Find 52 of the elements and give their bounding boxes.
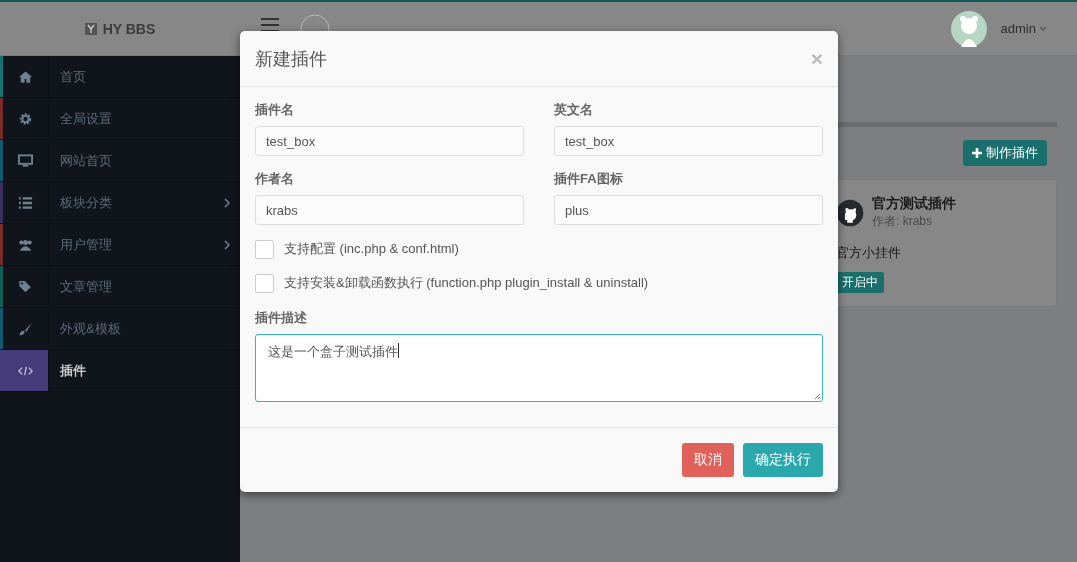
field-label: 插件FA图标 [554,170,624,188]
sidebar-label: 插件 [60,361,87,380]
plugin-title: 官方测试插件 [872,195,956,213]
tags-icon [18,279,33,294]
input-field[interactable]: plus [554,195,823,225]
status-badge: 开启中 [836,272,884,293]
sidebar-label: 用户管理 [60,235,113,254]
checkbox[interactable] [255,273,274,293]
sidebar-label: 文章管理 [60,277,113,296]
sidebar-label: 首页 [60,67,87,86]
sidebar-item[interactable]: 网站首页 [0,140,240,182]
resize-grip-icon[interactable] [813,392,821,400]
close-button[interactable]: × [810,46,823,71]
user-menu[interactable]: admin [1000,21,1036,36]
monitor-icon [18,153,33,168]
logo-icon [84,22,97,35]
field-label: 插件名 [255,101,295,119]
input-field[interactable]: krabs [255,195,524,225]
list-icon [18,195,33,210]
sidebar-label: 板块分类 [60,193,113,212]
input-field[interactable]: test_box [554,126,823,156]
sidebar-label: 外观&模板 [60,319,122,338]
field-label: 插件描述 [255,309,308,327]
confirm-button[interactable]: 确定执行 [743,443,823,477]
sidebar-label: 网站首页 [60,151,113,170]
field-label: 英文名 [554,101,594,119]
checkbox-label: 支持安装&卸载函数执行 (function.php plugin_install & uninstall) [284,274,649,292]
cancel-button[interactable]: 取消 [682,443,734,477]
caret-icon[interactable] [1039,25,1047,32]
menu-icon[interactable] [260,17,280,32]
dialog-title: 新建插件 [255,47,327,71]
make-plugin-button[interactable]: 制作插件 [963,140,1047,166]
checkbox-label: 支持配置 (inc.php & conf.html) [284,240,459,258]
sidebar-item[interactable]: 插件 [0,350,240,392]
sidebar-item[interactable]: 全局设置 [0,98,240,140]
brush-icon [18,321,33,336]
field-label: 作者名 [255,170,295,188]
sidebar-item[interactable]: 首页 [0,56,240,98]
sidebar-item[interactable]: 板块分类 [0,182,240,224]
plugin-author: 作者: krabs [872,213,933,230]
sidebar-item[interactable]: 文章管理 [0,266,240,308]
sidebar-item[interactable]: 用户管理 [0,224,240,266]
site-logo[interactable]: HY BBS [102,20,156,37]
input-field[interactable]: test_box [255,126,524,156]
users-icon [18,237,33,252]
description-field[interactable]: 这是一个盒子测试插件 [255,334,823,402]
plus-icon [972,148,982,158]
sidebar-label: 全局设置 [60,109,113,128]
checkbox[interactable] [255,239,274,259]
avatar[interactable] [950,10,987,47]
home-icon [18,69,33,84]
gear-icon [18,111,33,126]
